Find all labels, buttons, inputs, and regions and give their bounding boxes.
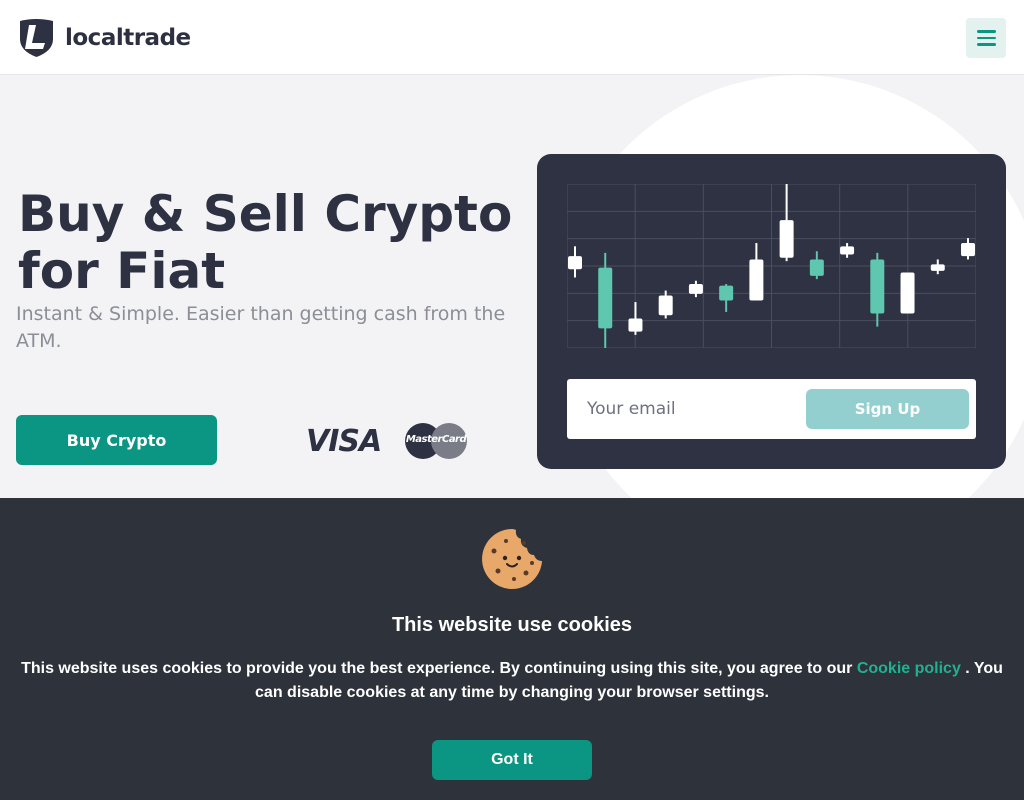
signup-form: Sign Up	[567, 379, 976, 439]
hero-title: Buy & Sell Crypto for Fiat	[18, 186, 518, 300]
candle-body	[628, 318, 643, 332]
candle	[749, 243, 764, 301]
mastercard-logo-text: MasterCard	[405, 434, 467, 445]
logo-text: localtrade	[65, 24, 191, 51]
candle	[809, 251, 824, 280]
candle-body	[779, 220, 794, 258]
candle-body	[809, 259, 824, 276]
candle	[840, 243, 855, 258]
got-it-button[interactable]: Got It	[432, 740, 592, 780]
candle	[628, 302, 643, 335]
mastercard-logo: MasterCard	[405, 423, 467, 459]
candle	[568, 246, 582, 278]
sign-up-button[interactable]: Sign Up	[806, 389, 969, 429]
candle	[870, 252, 885, 327]
candle-body	[658, 295, 673, 316]
candle	[658, 290, 673, 319]
hamburger-menu-icon[interactable]	[966, 18, 1006, 58]
email-input[interactable]	[587, 389, 797, 429]
hero-subtitle: Instant & Simple. Easier than getting ca…	[16, 303, 506, 352]
cookie-message-text: This website uses cookies to provide you…	[21, 660, 857, 677]
visa-logo: VISA	[306, 424, 382, 459]
candle	[779, 184, 794, 262]
cookie-message: This website uses cookies to provide you…	[20, 657, 1004, 705]
candle	[900, 272, 915, 314]
candle	[930, 259, 945, 275]
logo[interactable]: localtrade	[16, 17, 191, 58]
candle-body	[598, 267, 613, 329]
candle	[688, 280, 703, 298]
candle	[719, 284, 734, 312]
hero-title-line2: for Fiat	[18, 242, 226, 300]
candle	[961, 238, 975, 260]
candlestick-chart	[567, 184, 976, 348]
candle-body	[900, 272, 915, 314]
candle-body	[719, 285, 734, 301]
candle-body	[688, 284, 703, 294]
candle-body	[961, 243, 975, 257]
buy-crypto-button[interactable]: Buy Crypto	[16, 415, 217, 465]
candle	[598, 252, 613, 348]
cookie-policy-link[interactable]: Cookie policy	[857, 660, 961, 677]
candle-body	[840, 246, 855, 255]
site-header: localtrade	[0, 0, 1024, 75]
cookie-icon	[482, 529, 542, 589]
candle-body	[568, 256, 582, 270]
candle-body	[870, 259, 885, 314]
hero-title-line1: Buy & Sell Crypto	[18, 185, 513, 243]
cookie-title: This website use cookies	[391, 614, 633, 636]
candle-body	[930, 264, 945, 271]
candle-body	[749, 259, 764, 301]
logo-shield-icon	[20, 19, 53, 57]
